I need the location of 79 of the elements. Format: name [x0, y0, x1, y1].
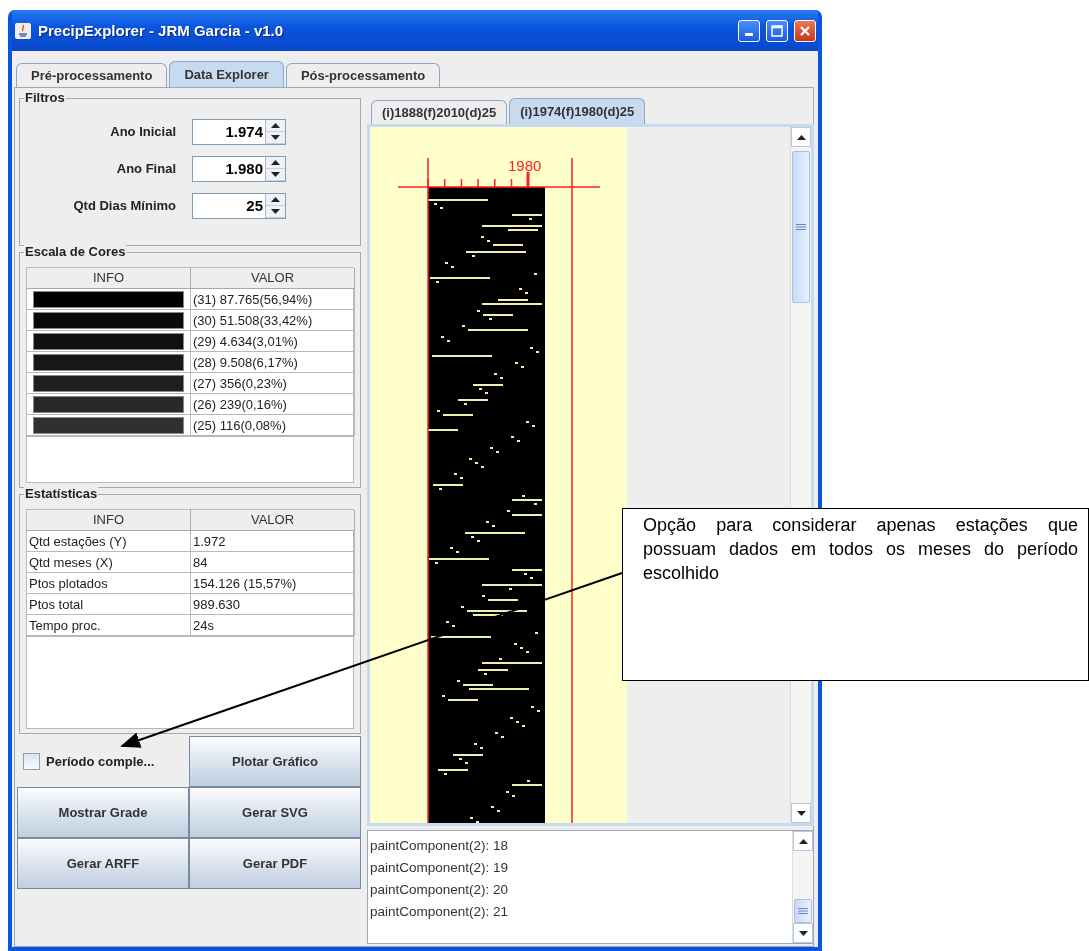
- table-cell: (30) 51.508(33,42%): [191, 310, 355, 331]
- spin-up-button[interactable]: [266, 119, 285, 132]
- spinner-field[interactable]: 1.974: [192, 118, 286, 145]
- scroll-up-button[interactable]: [791, 127, 811, 147]
- window-title: PrecipExplorer - JRM Garcia - v1.0: [38, 22, 285, 39]
- table-cell: 1.972: [191, 531, 355, 552]
- table-cell: (31) 87.765(56,94%): [191, 289, 355, 310]
- tab[interactable]: Pós-processamento: [285, 63, 441, 87]
- table-cell: (25) 116(0,08%): [191, 415, 355, 436]
- field-label: Ano Inicial: [109, 124, 176, 139]
- table-cell: Qtd estações (Y): [27, 531, 191, 552]
- table-cell: (27) 356(0,23%): [191, 373, 355, 394]
- table-cell: (28) 9.508(6,17%): [191, 352, 355, 373]
- log-line: paintComponent(2): 21: [370, 903, 510, 921]
- down-arrow-icon: [796, 810, 806, 816]
- scrollbar[interactable]: [792, 831, 813, 943]
- action-button[interactable]: Gerar SVG: [189, 787, 361, 838]
- up-arrow-icon: [796, 134, 806, 140]
- table-cell: (26) 239(0,16%): [191, 394, 355, 415]
- maximize-button[interactable]: [766, 19, 788, 42]
- minimize-icon: [745, 33, 753, 36]
- plot-tab[interactable]: (i)1974(f)1980(d)25: [509, 98, 646, 124]
- down-arrow-icon: [271, 134, 280, 140]
- grip-icon: [798, 908, 808, 914]
- down-arrow-icon: [271, 208, 280, 214]
- app-icon: [14, 21, 32, 40]
- down-arrow-icon: [798, 930, 808, 936]
- action-button[interactable]: Gerar PDF: [189, 838, 361, 889]
- group-title: Filtros: [24, 90, 66, 105]
- table-cell: 84: [191, 552, 355, 573]
- scroll-down-button[interactable]: [791, 803, 811, 823]
- tab[interactable]: Pré-processamento: [16, 63, 168, 87]
- spinner-field[interactable]: 25: [192, 192, 286, 219]
- close-button[interactable]: [794, 19, 816, 42]
- group-title: Escala de Cores: [24, 244, 127, 259]
- group-title: Estatísticas: [24, 486, 99, 501]
- action-button[interactable]: Plotar Gráfico: [189, 736, 361, 787]
- action-button[interactable]: Mostrar Grade: [17, 787, 189, 838]
- scroll-up-button[interactable]: [793, 831, 813, 851]
- column-header: INFO: [27, 268, 191, 289]
- log-line: paintComponent(2): 19: [370, 859, 510, 877]
- scroll-thumb[interactable]: [792, 151, 810, 303]
- up-arrow-icon: [798, 838, 808, 844]
- log-line: paintComponent(2): 20: [370, 881, 510, 899]
- spin-up-button[interactable]: [266, 156, 285, 169]
- table-cell: (29) 4.634(3,01%): [191, 331, 355, 352]
- table-cell: 154.126 (15,57%): [191, 573, 355, 594]
- column-header: INFO: [27, 510, 191, 531]
- up-arrow-icon: [271, 159, 280, 165]
- tab[interactable]: Data Explorer: [169, 61, 284, 87]
- up-arrow-icon: [271, 122, 280, 128]
- close-icon: [799, 24, 811, 37]
- field-label: Qtd Dias Mínimo: [72, 198, 176, 213]
- log-line: paintComponent(2): 18: [370, 837, 510, 855]
- column-header: VALOR: [191, 510, 355, 531]
- table-cell: Qtd meses (X): [27, 552, 191, 573]
- scroll-thumb[interactable]: [794, 899, 812, 923]
- action-button[interactable]: Gerar ARFF: [17, 838, 189, 889]
- checkbox-label: Período comple...: [46, 754, 155, 769]
- grip-icon: [796, 224, 806, 230]
- spinner-field[interactable]: 1.980: [192, 155, 286, 182]
- table-cell: 24s: [191, 615, 355, 636]
- down-arrow-icon: [271, 171, 280, 177]
- table-cell: Ptos plotados: [27, 573, 191, 594]
- table-cell: Tempo proc.: [27, 615, 191, 636]
- period-checkbox[interactable]: Período comple...: [17, 736, 189, 787]
- up-arrow-icon: [271, 196, 280, 202]
- callout-tooltip: Opção para considerar apenas estações que possuam dados em todos os meses do período escolhido: [622, 508, 1089, 681]
- maximize-icon: [771, 24, 783, 37]
- plot-tab[interactable]: (i)1888(f)2010(d)25: [371, 100, 508, 124]
- table-cell: 989.630: [191, 594, 355, 615]
- checkbox[interactable]: [23, 753, 40, 770]
- field-label: Ano Final: [115, 161, 176, 176]
- spin-up-button[interactable]: [266, 193, 285, 206]
- scroll-down-button[interactable]: [793, 923, 813, 943]
- minimize-button[interactable]: [738, 19, 760, 42]
- table-cell: Ptos total: [27, 594, 191, 615]
- axis-label: 1980: [508, 157, 542, 174]
- column-header: VALOR: [191, 268, 355, 289]
